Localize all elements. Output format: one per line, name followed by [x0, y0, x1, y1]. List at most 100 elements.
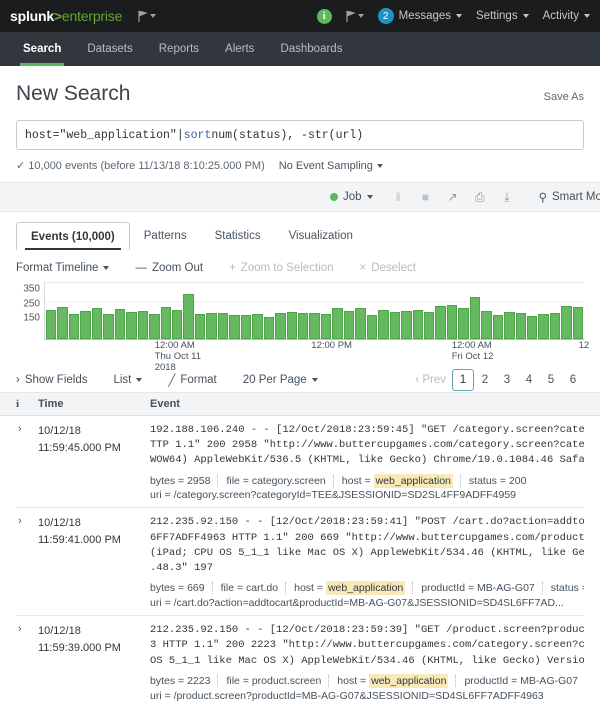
timeline-bar[interactable]	[115, 309, 125, 339]
event-field-uri[interactable]: uri = /cart.do?action=addtocart&productI…	[150, 597, 584, 609]
timeline-bar[interactable]	[287, 312, 297, 339]
settings-menu[interactable]: Settings	[476, 10, 529, 22]
events-timeline-chart[interactable]: 350250150 12:00 AMThu Oct 11201812:00 PM…	[16, 282, 584, 360]
timeline-bar[interactable]	[527, 316, 537, 339]
timeline-bar[interactable]	[218, 313, 228, 339]
messages-menu[interactable]: 2 Messages	[378, 8, 462, 24]
timeline-bar[interactable]	[332, 308, 342, 339]
timeline-bar[interactable]	[344, 311, 354, 339]
table-row[interactable]: ›10/12/1811:59:39.000 PM212.235.92.150 -…	[16, 616, 584, 708]
pagination-page-6[interactable]: 6	[562, 369, 584, 391]
per-page-dropdown[interactable]: 20 Per Page	[243, 374, 318, 386]
activity-menu[interactable]: Activity	[543, 10, 590, 22]
timeline-bar[interactable]	[206, 313, 216, 339]
splunk-logo[interactable]: splunk>enterprise	[10, 8, 122, 24]
tab-events[interactable]: Events (10,000)	[16, 222, 130, 250]
app-flag-icon[interactable]	[138, 11, 156, 22]
table-row[interactable]: ›10/12/1811:59:45.000 PM192.188.106.240 …	[16, 416, 584, 508]
event-sampling-dropdown[interactable]: No Event Sampling	[279, 160, 383, 172]
timeline-bar[interactable]	[573, 307, 583, 339]
event-field-host[interactable]: host = web_application	[333, 475, 453, 487]
timeline-bar[interactable]	[69, 314, 79, 339]
timeline-bar[interactable]	[172, 310, 182, 339]
expand-row-icon[interactable]: ›	[16, 623, 38, 701]
table-row[interactable]: ›10/12/1811:59:41.000 PM212.235.92.150 -…	[16, 508, 584, 616]
show-fields-button[interactable]: › Show Fields	[16, 374, 87, 386]
pagination-page-3[interactable]: 3	[496, 369, 518, 391]
event-field-file[interactable]: file = cart.do	[212, 582, 279, 594]
timeline-bar[interactable]	[470, 297, 480, 339]
timeline-bar[interactable]	[252, 314, 262, 339]
timeline-bar[interactable]	[413, 310, 423, 339]
column-header-time[interactable]: Time	[38, 398, 150, 410]
timeline-bar[interactable]	[229, 315, 239, 339]
job-menu[interactable]: Job	[330, 191, 373, 203]
timeline-bar[interactable]	[126, 312, 136, 339]
expand-row-icon[interactable]: ›	[16, 515, 38, 609]
event-field-bytes[interactable]: bytes = 2223	[150, 675, 210, 687]
pause-icon[interactable]: ‖	[385, 190, 412, 204]
appnav-item-alerts[interactable]: Alerts	[212, 32, 267, 66]
search-input[interactable]: host="web_application" | sort num(status…	[16, 120, 584, 150]
timeline-bar[interactable]	[298, 313, 308, 339]
pagination-page-4[interactable]: 4	[518, 369, 540, 391]
event-field-file[interactable]: file = category.screen	[217, 475, 325, 487]
timeline-bar[interactable]	[103, 314, 113, 339]
event-field-host[interactable]: host = web_application	[328, 675, 448, 687]
zoom-to-selection-button[interactable]: + Zoom to Selection	[229, 262, 333, 274]
timeline-bar[interactable]	[550, 313, 560, 339]
timeline-bar[interactable]	[355, 308, 365, 339]
appnav-item-datasets[interactable]: Datasets	[74, 32, 145, 66]
timeline-bar[interactable]	[309, 313, 319, 339]
timeline-bar[interactable]	[447, 305, 457, 339]
print-icon[interactable]: ⎙	[466, 190, 493, 205]
timeline-bar[interactable]	[401, 311, 411, 339]
timeline-bar[interactable]	[138, 311, 148, 339]
timeline-bar[interactable]	[149, 314, 159, 339]
event-field-productId[interactable]: productId = MB-AG-G07	[412, 582, 535, 594]
appnav-item-dashboards[interactable]: Dashboards	[267, 32, 355, 66]
timeline-bar[interactable]	[424, 312, 434, 339]
stop-icon[interactable]: ■	[412, 190, 439, 204]
deselect-button[interactable]: × Deselect	[359, 262, 415, 274]
timeline-bar[interactable]	[493, 315, 503, 340]
pagination-page-5[interactable]: 5	[540, 369, 562, 391]
timeline-bar[interactable]	[195, 314, 205, 339]
pagination-page-1[interactable]: 1	[452, 369, 474, 391]
event-field-status[interactable]: status = 200	[460, 475, 527, 487]
expand-row-icon[interactable]: ›	[16, 423, 38, 501]
secondary-flag-icon[interactable]	[346, 11, 364, 22]
timeline-bar[interactable]	[516, 313, 526, 339]
timeline-bar[interactable]	[80, 311, 90, 339]
search-mode-selector[interactable]: ⚲ Smart Mo	[539, 190, 600, 204]
timeline-bar[interactable]	[504, 312, 514, 339]
timeline-bar[interactable]	[481, 311, 491, 339]
timeline-bar[interactable]	[241, 315, 251, 339]
timeline-bar[interactable]	[390, 312, 400, 339]
timeline-bar[interactable]	[538, 314, 548, 339]
timeline-bar[interactable]	[183, 294, 193, 339]
appnav-item-search[interactable]: Search	[10, 32, 74, 66]
event-field-bytes[interactable]: bytes = 669	[150, 582, 205, 594]
event-field-uri[interactable]: uri = /category.screen?categoryId=TEE&JS…	[150, 489, 584, 501]
info-icon[interactable]: i	[317, 9, 332, 24]
format-results-button[interactable]: ╱ Format	[168, 373, 216, 387]
download-icon[interactable]: ⤓	[493, 190, 520, 205]
event-field-status[interactable]: status =	[542, 582, 584, 594]
timeline-bar[interactable]	[367, 315, 377, 339]
share-icon[interactable]: ↗	[439, 190, 466, 204]
timeline-bar[interactable]	[321, 314, 331, 339]
event-field-bytes[interactable]: bytes = 2958	[150, 475, 210, 487]
timeline-bar[interactable]	[378, 310, 388, 339]
timeline-bar[interactable]	[57, 307, 67, 339]
column-header-event[interactable]: Event	[150, 398, 600, 410]
timeline-bar[interactable]	[161, 307, 171, 339]
timeline-bar[interactable]	[458, 308, 468, 339]
timeline-bars[interactable]	[44, 282, 584, 340]
appnav-item-reports[interactable]: Reports	[146, 32, 212, 66]
tab-visualization[interactable]: Visualization	[275, 222, 367, 250]
timeline-bar[interactable]	[435, 306, 445, 339]
tab-patterns[interactable]: Patterns	[130, 222, 201, 250]
zoom-out-button[interactable]: — Zoom Out	[135, 262, 203, 274]
list-view-dropdown[interactable]: List	[113, 374, 142, 386]
